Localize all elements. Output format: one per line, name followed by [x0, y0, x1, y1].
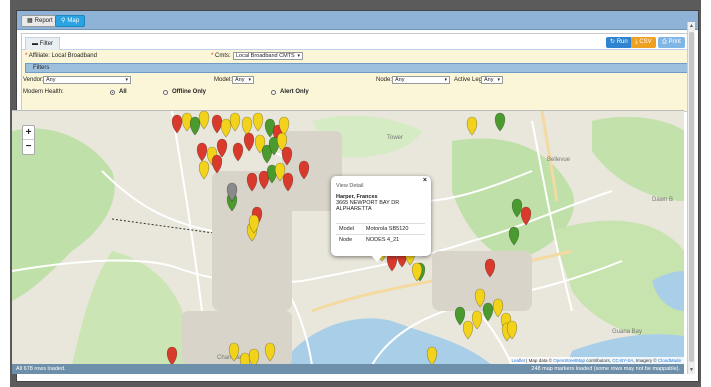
- health-alert-radio[interactable]: [271, 90, 276, 95]
- map-marker[interactable]: [471, 310, 483, 330]
- model-select[interactable]: Any ▾: [232, 76, 254, 84]
- detail-label: Model: [336, 223, 363, 235]
- refresh-icon: ↻: [610, 39, 616, 45]
- license-link[interactable]: CC-BY-SA: [612, 358, 633, 363]
- table-icon: ▦: [27, 18, 33, 24]
- zoom-out-button[interactable]: −: [23, 140, 34, 154]
- scroll-thumb[interactable]: [689, 32, 694, 362]
- chevron-down-icon: ▾: [248, 77, 251, 83]
- status-bar: All 678 rows loaded. 248 map markers loa…: [12, 364, 684, 374]
- printer-icon: ⎙: [662, 39, 667, 45]
- chevron-down-icon: ▾: [125, 77, 128, 83]
- health-all-label: All: [119, 89, 127, 95]
- scroll-up-icon[interactable]: ▲: [688, 22, 695, 30]
- run-button[interactable]: ↻ Run: [606, 37, 632, 48]
- leaflet-link[interactable]: Leaflet: [512, 358, 526, 363]
- map-marker[interactable]: [216, 138, 228, 158]
- map-marker[interactable]: [232, 142, 244, 162]
- map-marker[interactable]: [171, 114, 183, 134]
- map-marker[interactable]: [196, 142, 208, 162]
- osm-link[interactable]: OpenStreetMap: [553, 358, 585, 363]
- collapse-icon: ▬: [32, 41, 38, 47]
- map-marker[interactable]: [198, 111, 210, 130]
- cloudmade-link[interactable]: CloudMade: [658, 358, 681, 363]
- map-marker[interactable]: [454, 306, 466, 326]
- map-marker[interactable]: [243, 132, 255, 152]
- map-marker[interactable]: [198, 160, 210, 180]
- health-offline-label: Offline Only: [172, 89, 207, 95]
- map-marker[interactable]: [492, 298, 504, 318]
- address-city: ALPHARETTA: [336, 206, 372, 212]
- health-offline-radio[interactable]: [163, 90, 168, 95]
- node-select[interactable]: Any ▾: [392, 76, 450, 84]
- place-label: Tower: [387, 135, 403, 141]
- scroll-down-icon[interactable]: ▼: [688, 366, 695, 374]
- health-alert-label: Alert Only: [280, 89, 309, 95]
- filters-header[interactable]: Filters: [25, 63, 691, 73]
- active-leg-select[interactable]: Any ▾: [481, 76, 503, 84]
- chevron-down-icon: ▾: [497, 77, 500, 83]
- csv-button[interactable]: ⤓ CSV: [631, 37, 656, 48]
- place-label: Guana Bay: [612, 329, 642, 335]
- cmts-label: * Cmts:: [211, 53, 231, 59]
- map-marker[interactable]: [211, 114, 223, 134]
- attribution-container: Leaflet | Map data © OpenStreetMap contr…: [12, 354, 684, 364]
- download-icon: ⤓: [635, 39, 638, 45]
- detail-value: NODES 4_21: [362, 234, 425, 246]
- map-pin-icon: ⚲: [61, 18, 66, 24]
- map-marker[interactable]: [220, 118, 232, 138]
- map-marker[interactable]: [211, 154, 223, 174]
- chevron-down-icon: ▾: [444, 77, 447, 83]
- vendor-select[interactable]: Any ▾: [43, 76, 131, 84]
- map-marker[interactable]: [229, 112, 241, 132]
- detail-popup: × View Detail Harper, Frances 3665 NEWPO…: [331, 176, 431, 256]
- detail-label: Node: [336, 234, 363, 246]
- map-attribution: Leaflet | Map data © OpenStreetMap contr…: [508, 357, 684, 364]
- tab-bar: ▦ Report ⚲ Map: [17, 11, 698, 30]
- modem-health-label: Modem Health:: [23, 89, 64, 95]
- map-marker[interactable]: [462, 320, 474, 340]
- affiliate-value: Local Broadband: [51, 53, 97, 59]
- tab-map[interactable]: ⚲ Map: [55, 15, 86, 27]
- map-marker[interactable]: [252, 112, 264, 132]
- map-marker[interactable]: [494, 112, 506, 132]
- vertical-scrollbar[interactable]: ▲ ▼: [687, 22, 695, 374]
- affiliate-label: * Affiliate: Local Broadband: [25, 53, 97, 59]
- model-label: Model:: [214, 77, 233, 83]
- place-label: Bellevue: [547, 157, 571, 163]
- park-area: [72, 251, 187, 364]
- vendor-label: Vendor:: [23, 77, 44, 83]
- filter-toggle[interactable]: ▬ Filter: [25, 37, 61, 50]
- popup-details-table: Model Motorola SB5120 Node NODES 4_21: [336, 223, 425, 246]
- table-row: Model Motorola SB5120: [336, 223, 425, 235]
- zoom-control: + −: [22, 125, 35, 155]
- filter-panel: ▬ Filter ↻ Run ⤓ CSV ⎙ Print * Affiliate…: [21, 33, 695, 112]
- map-marker[interactable]: [466, 116, 478, 136]
- map-marker[interactable]: [241, 116, 253, 136]
- chevron-down-icon: ▾: [297, 53, 300, 59]
- status-right: 248 map markers loaded (some rows may no…: [531, 366, 680, 372]
- map-marker[interactable]: [189, 116, 201, 136]
- cmts-select[interactable]: Local Broadband CMTS ▾: [233, 52, 303, 60]
- active-leg-label: Active Leg:: [454, 77, 484, 83]
- popup-title[interactable]: View Detail: [336, 183, 426, 189]
- status-left: All 678 rows loaded.: [16, 366, 66, 372]
- table-row: Node NODES 4_21: [336, 234, 425, 246]
- tab-report[interactable]: ▦ Report: [21, 15, 59, 27]
- panel-header: ▬ Filter ↻ Run ⤓ CSV ⎙ Print: [22, 34, 694, 50]
- detail-value: Motorola SB5120: [362, 223, 425, 235]
- close-icon[interactable]: ×: [423, 177, 427, 184]
- node-label: Node:: [376, 77, 393, 83]
- popup-tip: [371, 255, 383, 262]
- health-all-radio[interactable]: [110, 90, 115, 95]
- place-label: Dawn B: [652, 197, 673, 203]
- print-button[interactable]: ⎙ Print: [658, 37, 685, 48]
- park-area: [592, 116, 684, 201]
- zoom-in-button[interactable]: +: [23, 126, 34, 140]
